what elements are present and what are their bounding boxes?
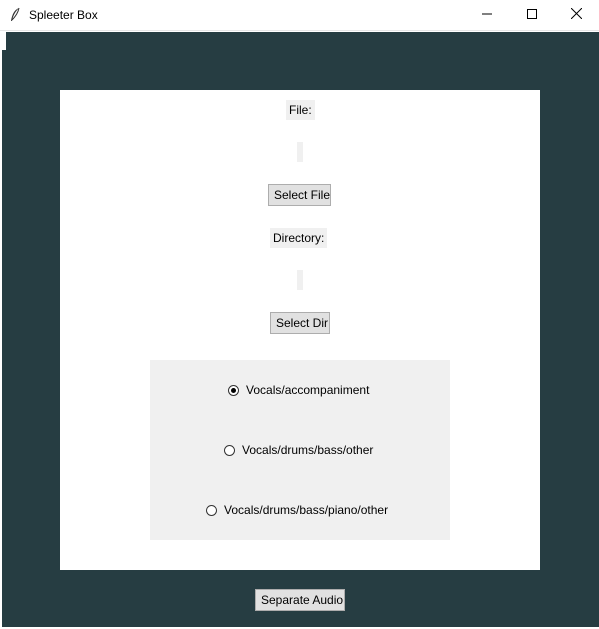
- separate-audio-button[interactable]: Separate Audio: [255, 589, 345, 611]
- close-button[interactable]: [553, 0, 599, 30]
- radio-label: Vocals/accompaniment: [246, 383, 370, 397]
- radio-button[interactable]: [206, 504, 217, 516]
- radio-label: Vocals/drums/bass/other: [242, 443, 374, 457]
- window-title: Spleeter Box: [29, 8, 98, 22]
- radio-label: Vocals/drums/bass/piano/other: [224, 503, 389, 517]
- corner-notch: [2, 32, 6, 50]
- radio-option-4stems[interactable]: Vocals/drums/bass/other: [224, 441, 373, 459]
- directory-path-display: [297, 270, 303, 290]
- radio-button-selected[interactable]: [228, 384, 239, 396]
- select-file-button[interactable]: Select File: [268, 184, 331, 206]
- radio-button[interactable]: [224, 444, 235, 456]
- file-path-display: [297, 142, 303, 162]
- maximize-icon: [527, 8, 537, 22]
- radio-option-5stems[interactable]: Vocals/drums/bass/piano/other: [206, 501, 388, 519]
- feather-icon: [9, 7, 21, 23]
- minimize-icon: [482, 8, 492, 22]
- directory-label: Directory:: [270, 228, 328, 248]
- file-label: File:: [286, 100, 315, 120]
- maximize-button[interactable]: [509, 0, 555, 30]
- radio-option-2stems[interactable]: Vocals/accompaniment: [228, 381, 369, 399]
- minimize-button[interactable]: [464, 0, 510, 30]
- close-icon: [570, 7, 582, 22]
- select-dir-button[interactable]: Select Dir: [270, 312, 330, 334]
- title-bar: Spleeter Box: [0, 0, 599, 31]
